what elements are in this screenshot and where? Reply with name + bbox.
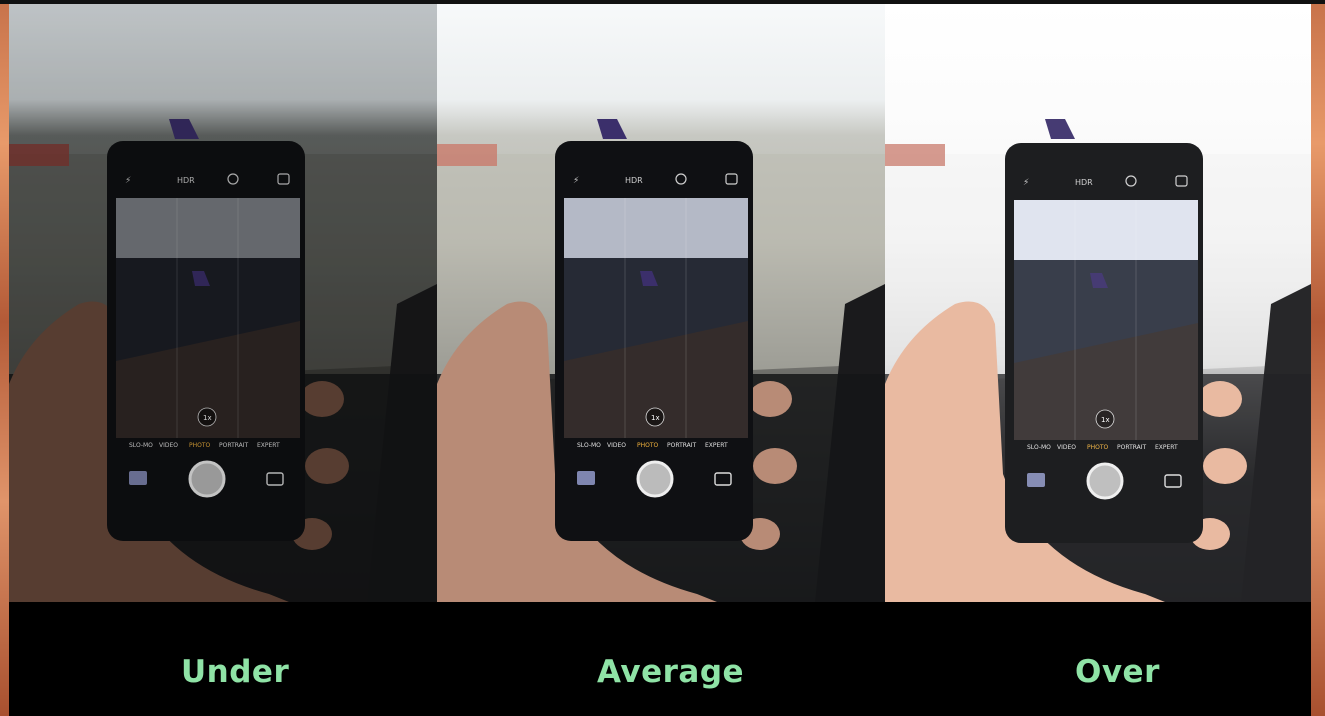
finger-2 bbox=[753, 448, 797, 484]
right-orange-border bbox=[1311, 0, 1325, 716]
mode-photo: PHOTO bbox=[637, 442, 659, 449]
gallery-thumbnail bbox=[577, 471, 595, 485]
mode-slo-mo: SLO-MO bbox=[577, 442, 601, 449]
mode-video: VIDEO bbox=[607, 442, 626, 449]
panel-under-exposure: ⚡ HDR 1x SLO-MO VIDEO PHOTO PORTRAIT EXPERT bbox=[9, 4, 437, 602]
terminal-building bbox=[437, 144, 497, 166]
zoom-label: 1x bbox=[651, 414, 660, 422]
viewfinder-sky bbox=[564, 198, 748, 258]
shutter-button bbox=[636, 460, 674, 498]
mode-portrait: PORTRAIT bbox=[667, 442, 697, 449]
panel-scene: ⚡ HDR 1x SLO-MO VIDEO PHOTO PORTRAIT EXPERT bbox=[437, 119, 885, 602]
aircraft-tail bbox=[597, 119, 627, 139]
mode-expert: EXPERT bbox=[705, 442, 728, 449]
flash-icon: ⚡ bbox=[573, 176, 579, 186]
hdr-label: HDR bbox=[625, 176, 643, 185]
panel-scene: ⚡ HDR1xSLO-MO VIDEO PHOTO PORTRAIT EXPERT bbox=[885, 4, 1311, 602]
exposure-tint bbox=[9, 4, 437, 602]
label-under: Under bbox=[181, 654, 290, 690]
panel-average-exposure: ⚡ HDR 1x SLO-MO VIDEO PHOTO PORTRAIT EXPERT bbox=[437, 4, 885, 602]
caption-bar: Under Average Over bbox=[9, 602, 1311, 716]
label-over: Over bbox=[1075, 654, 1160, 690]
panel-scene: ⚡ HDR1xSLO-MO VIDEO PHOTO PORTRAIT EXPERT bbox=[9, 4, 437, 602]
finger-1 bbox=[748, 381, 792, 417]
exposure-tint bbox=[885, 4, 1311, 602]
label-average: Average bbox=[597, 654, 745, 690]
panel-over-exposure: ⚡ HDR 1x SLO-MO VIDEO PHOTO PORTRAIT EXPERT bbox=[885, 4, 1311, 602]
left-orange-border bbox=[0, 0, 9, 716]
